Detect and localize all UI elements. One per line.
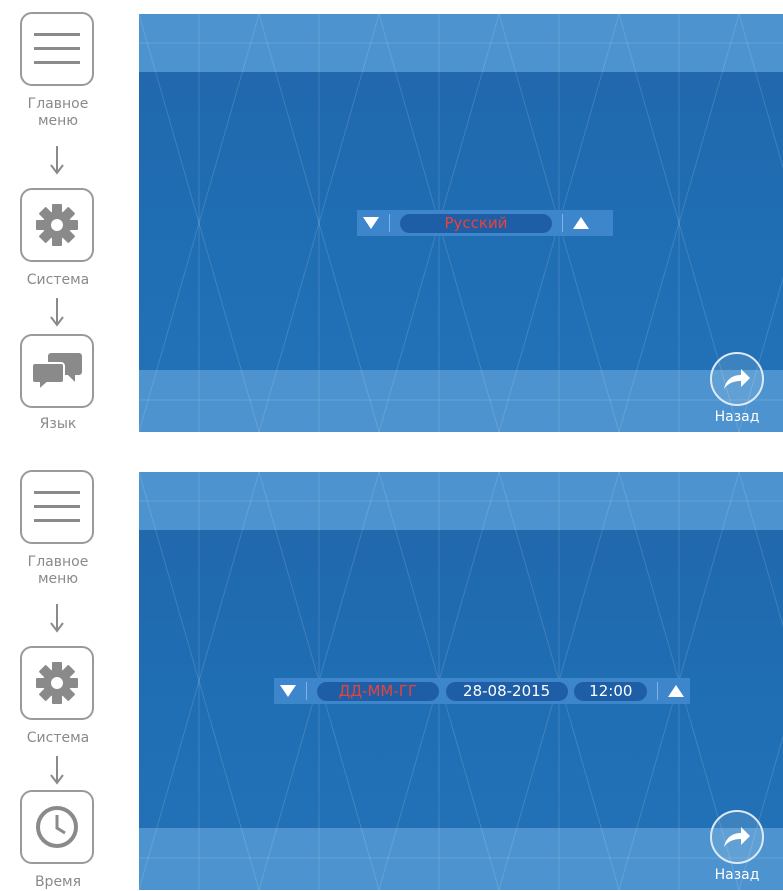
gear-icon	[36, 204, 78, 246]
back-button[interactable]: Назад	[705, 352, 769, 426]
date-time-selector: ДД-ММ-ГГ 28-08-2015 12:00	[274, 678, 690, 704]
language-label: Язык	[39, 416, 77, 432]
arrow-down-icon	[50, 298, 64, 327]
language-settings-panel: Главное меню Система Язык Русский Назад	[0, 12, 783, 432]
arrow-down-icon	[50, 604, 64, 633]
arrow-down-icon	[50, 146, 64, 175]
time-label: Время	[34, 874, 82, 890]
date-format-value[interactable]: ДД-ММ-ГГ	[316, 681, 439, 701]
menu-lines-icon	[34, 33, 80, 64]
system-label: Система	[26, 730, 90, 746]
device-screen: ДД-ММ-ГГ 28-08-2015 12:00 Назад	[139, 472, 783, 890]
device-screen: Русский Назад	[139, 14, 783, 432]
language-value[interactable]: Русский	[400, 213, 552, 233]
main-menu-tile[interactable]	[20, 12, 94, 86]
language-selector: Русский	[357, 210, 613, 236]
previous-arrow-button[interactable]	[280, 685, 296, 697]
forward-arrow-icon	[724, 827, 750, 847]
back-button[interactable]: Назад	[705, 810, 769, 884]
back-label: Назад	[714, 867, 760, 883]
language-tile[interactable]	[20, 334, 94, 408]
breadcrumb-column: Главное меню Систе	[0, 12, 120, 432]
clock-icon	[36, 806, 78, 848]
next-arrow-button[interactable]	[573, 217, 589, 229]
back-label: Назад	[714, 409, 760, 425]
system-tile[interactable]	[20, 646, 94, 720]
forward-arrow-icon	[724, 369, 750, 389]
main-menu-label: Главное меню	[27, 96, 89, 129]
previous-arrow-button[interactable]	[363, 217, 379, 229]
menu-lines-icon	[34, 491, 80, 522]
breadcrumb-column: Главное меню Систе	[0, 470, 120, 890]
time-value[interactable]: 12:00	[574, 681, 648, 701]
system-tile[interactable]	[20, 188, 94, 262]
next-arrow-button[interactable]	[667, 685, 684, 697]
main-menu-label: Главное меню	[27, 554, 89, 587]
chat-bubbles-icon	[31, 353, 82, 391]
time-tile[interactable]	[20, 790, 94, 864]
date-value[interactable]: 28-08-2015	[445, 681, 568, 701]
arrow-down-icon	[50, 756, 64, 785]
time-settings-panel: Главное меню Система Время ДД-ММ-ГГ 28-0…	[0, 470, 783, 890]
gear-icon	[36, 662, 78, 704]
main-menu-tile[interactable]	[20, 470, 94, 544]
system-label: Система	[26, 272, 90, 288]
